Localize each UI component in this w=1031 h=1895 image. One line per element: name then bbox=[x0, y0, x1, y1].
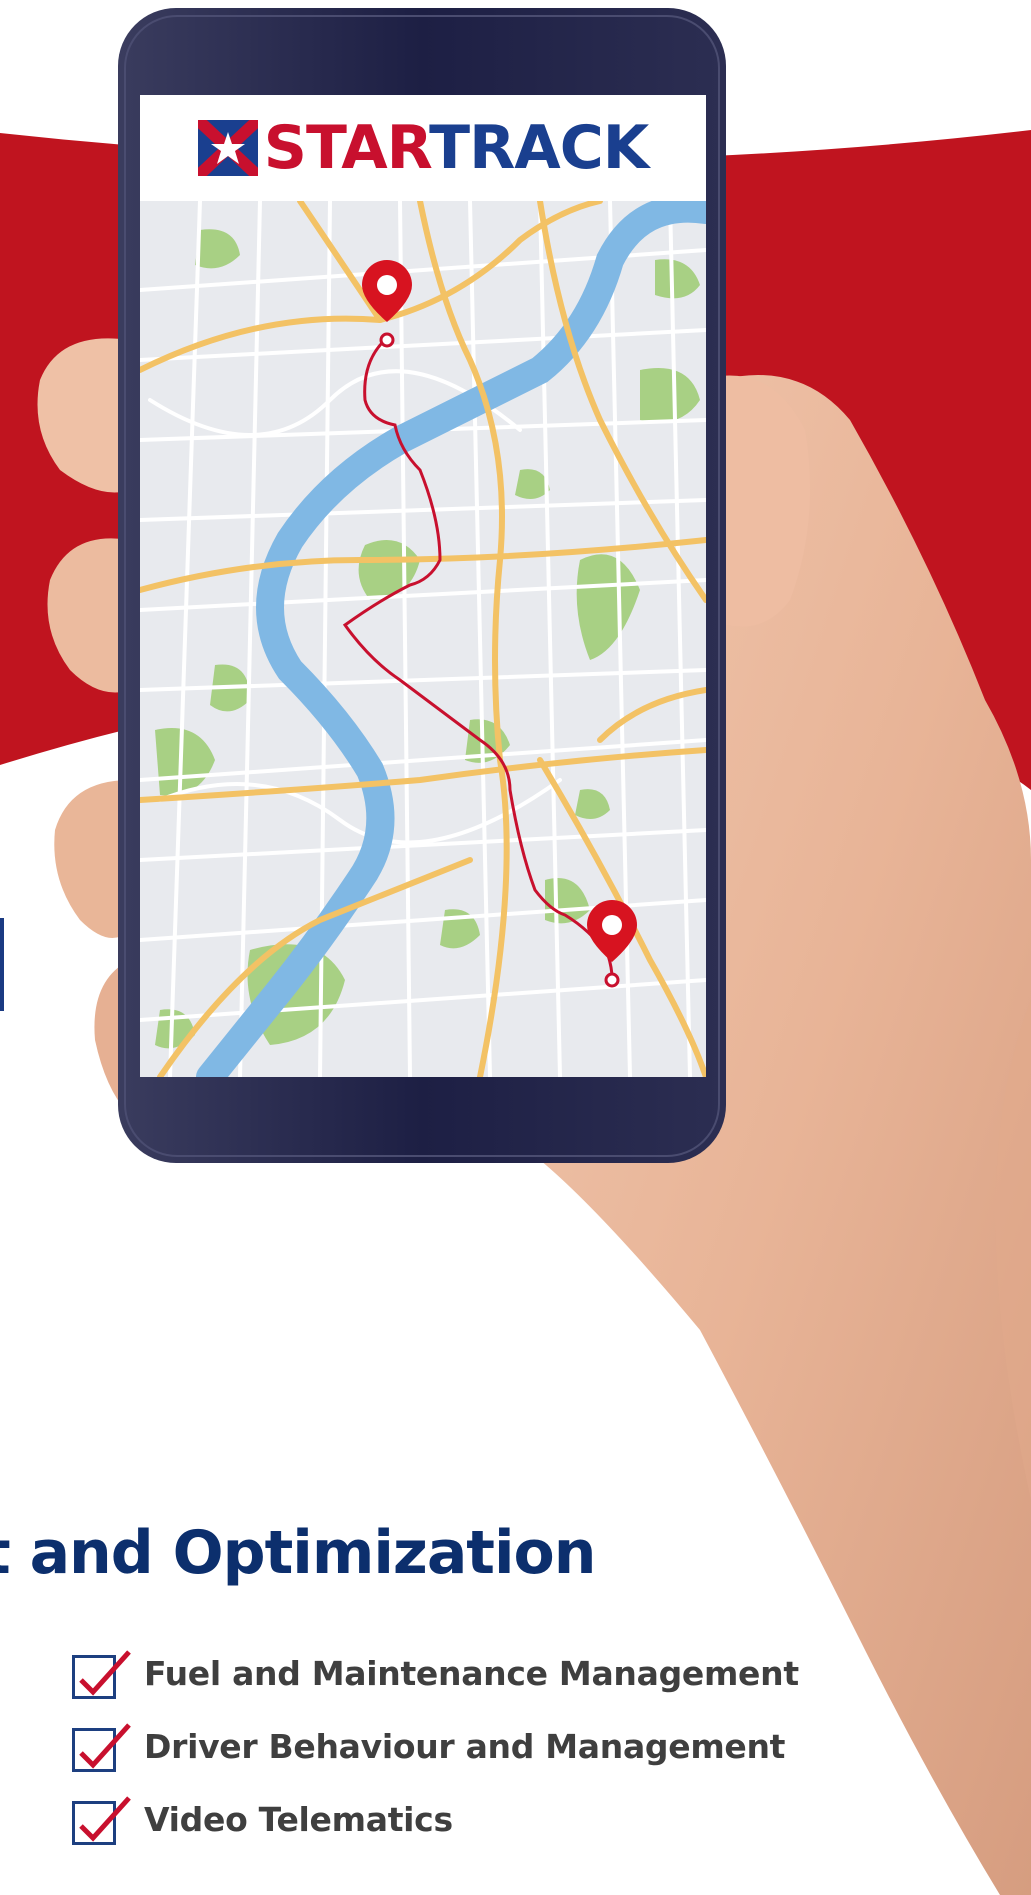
feature-label: Fuel and Maintenance Management bbox=[144, 1654, 799, 1693]
feature-label: Video Telematics bbox=[144, 1800, 453, 1839]
check-icon bbox=[72, 1796, 131, 1845]
logo-word-star: STAR bbox=[263, 113, 430, 183]
feature-label: Driver Behaviour and Management bbox=[144, 1727, 786, 1766]
check-icon bbox=[72, 1650, 131, 1699]
check-icon bbox=[72, 1723, 131, 1772]
list-item: Fuel and Maintenance Management bbox=[72, 1650, 799, 1725]
list-item: Driver Behaviour and Management bbox=[72, 1723, 799, 1798]
logo-wordmark: STARTRACK bbox=[264, 118, 650, 178]
feature-list: Fuel and Maintenance Management Driver B… bbox=[72, 1650, 799, 1871]
promo-page: STARTRACK t and Optimization Fuel and Ma… bbox=[0, 0, 1031, 1895]
list-item: Video Telematics bbox=[72, 1796, 799, 1871]
logo-word-track: TRACK bbox=[429, 113, 649, 183]
logo-flag-icon bbox=[197, 120, 258, 176]
app-logo: STARTRACK bbox=[140, 95, 706, 201]
section-heading: t and Optimization bbox=[0, 1518, 596, 1588]
hero-illustration bbox=[0, 8, 1031, 1895]
accent-bar bbox=[0, 918, 4, 1011]
map-view bbox=[140, 201, 706, 1077]
